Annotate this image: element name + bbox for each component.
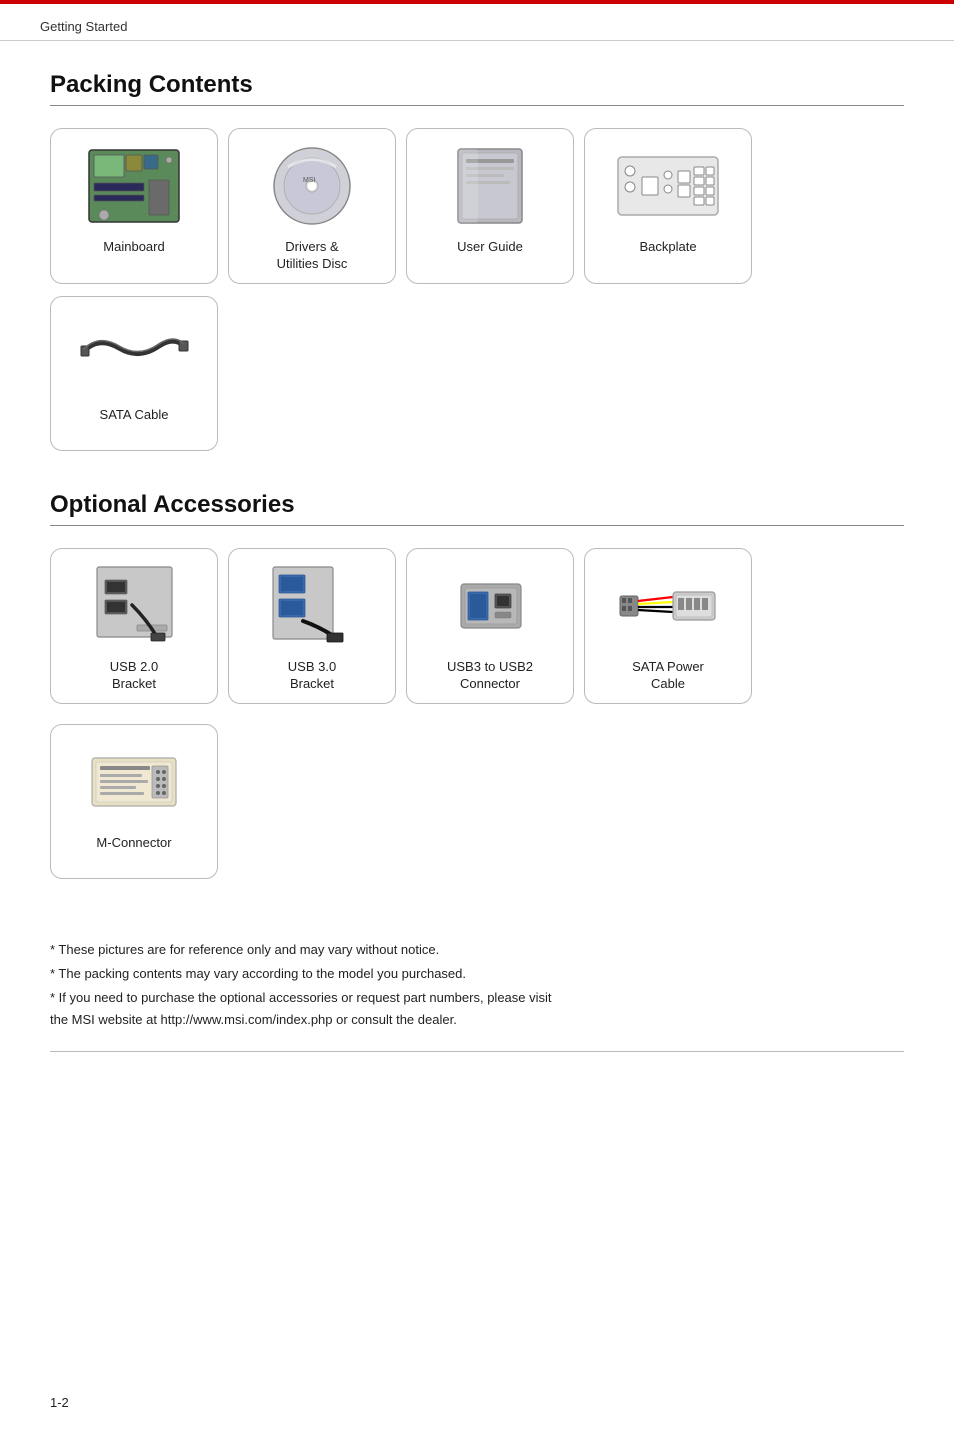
top-bar	[0, 0, 954, 4]
packing-items-grid: Mainboard MSI	[50, 128, 904, 451]
satapower-label: SATA PowerCable	[632, 659, 704, 693]
satacable-image	[79, 309, 189, 399]
footer-divider	[50, 1051, 904, 1052]
item-sata-cable: SATA Cable	[50, 296, 218, 451]
item-sata-power-cable: SATA PowerCable	[584, 548, 752, 704]
notes-area: * These pictures are for reference only …	[50, 939, 904, 1031]
svg-text:MSI: MSI	[303, 177, 316, 184]
content-area: Packing Contents	[0, 41, 954, 1078]
mconnector-label: M-Connector	[96, 835, 171, 852]
header-label: Getting Started	[40, 19, 127, 34]
item-drivers-disc: MSI Drivers &Utilities Disc	[228, 128, 396, 284]
packing-section: Packing Contents	[50, 71, 904, 451]
item-m-connector: M-Connector	[50, 724, 218, 879]
note-1: * These pictures are for reference only …	[50, 939, 904, 961]
userguide-label: User Guide	[457, 239, 523, 256]
usb30-image	[257, 561, 367, 651]
usb30-label: USB 3.0Bracket	[288, 659, 336, 693]
packing-divider	[50, 105, 904, 106]
item-user-guide: User Guide	[406, 128, 574, 284]
usb3usb2-label: USB3 to USB2Connector	[447, 659, 533, 693]
note-2: * The packing contents may vary accordin…	[50, 963, 904, 985]
backplate-image	[613, 141, 723, 231]
item-backplate: Backplate	[584, 128, 752, 284]
usb20-image	[79, 561, 189, 651]
note-3: * If you need to purchase the optional a…	[50, 987, 904, 1031]
userguide-image	[435, 141, 545, 231]
item-usb20-bracket: USB 2.0Bracket	[50, 548, 218, 704]
usb20-label: USB 2.0Bracket	[110, 659, 158, 693]
item-usb30-bracket: USB 3.0Bracket	[228, 548, 396, 704]
satacable-label: SATA Cable	[100, 407, 169, 424]
item-usb3-usb2-connector: USB3 to USB2Connector	[406, 548, 574, 704]
mconnector-image	[79, 737, 189, 827]
packing-title: Packing Contents	[50, 71, 904, 99]
usb3usb2-image	[435, 561, 545, 651]
disc-image: MSI	[257, 141, 367, 231]
backplate-label: Backplate	[639, 239, 696, 256]
mainboard-image	[79, 141, 189, 231]
optional-section: Optional Accessories	[50, 491, 904, 879]
optional-items-grid: USB 2.0Bracket	[50, 548, 904, 704]
optional-divider	[50, 525, 904, 526]
optional-items-row2: M-Connector	[50, 724, 904, 879]
page-wrapper: Getting Started Packing Contents	[0, 0, 954, 1432]
disc-label: Drivers &Utilities Disc	[277, 239, 348, 273]
page-number: 1-2	[50, 1395, 69, 1410]
item-mainboard: Mainboard	[50, 128, 218, 284]
mainboard-label: Mainboard	[103, 239, 164, 256]
satapower-image	[613, 561, 723, 651]
optional-title: Optional Accessories	[50, 491, 904, 519]
header-area: Getting Started	[0, 0, 954, 41]
